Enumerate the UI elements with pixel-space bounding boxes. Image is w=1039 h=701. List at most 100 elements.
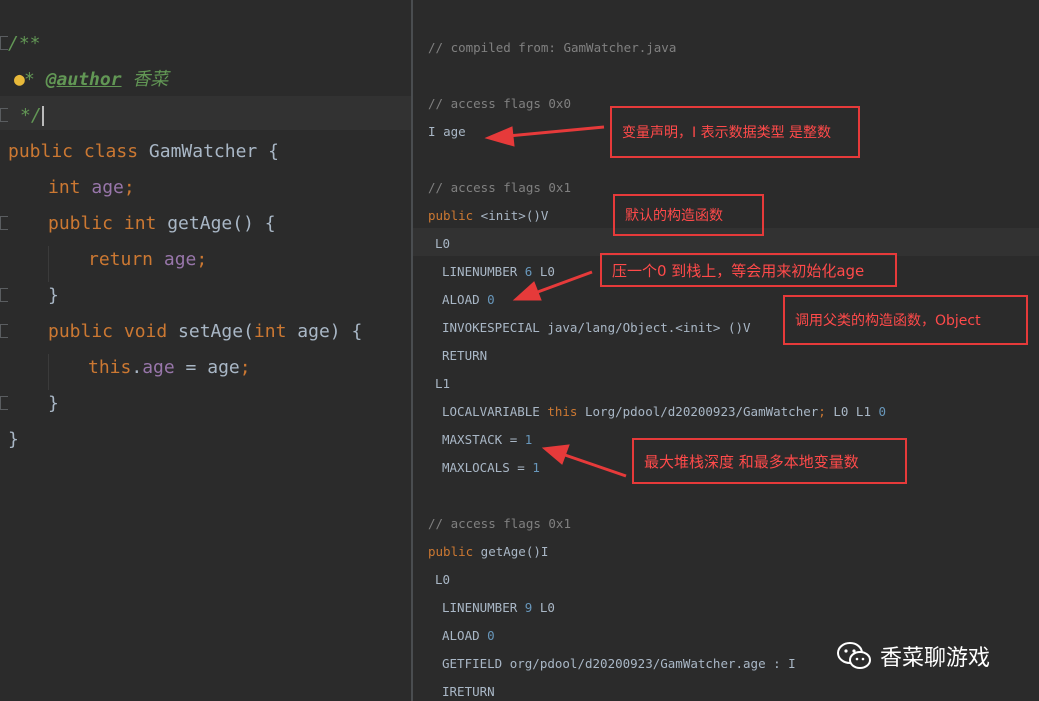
bytecode-line: I age — [428, 122, 466, 142]
fold-marker[interactable] — [0, 396, 8, 410]
label-ref: L0 L1 — [825, 404, 879, 419]
label: L0 — [435, 572, 451, 587]
wechat-icon — [837, 642, 871, 669]
bytecode-line: RETURN — [442, 346, 487, 366]
class-name: GamWatcher { — [148, 141, 279, 162]
field-name: age — [443, 124, 466, 139]
number: 0 — [487, 628, 495, 643]
return-keyword: return — [88, 249, 154, 270]
fold-marker[interactable] — [0, 36, 8, 50]
annotation-max-stack-locals: 最大堆栈深度 和最多本地变量数 — [632, 438, 907, 484]
method-modifiers: public void — [48, 321, 179, 342]
semicolon: ; — [239, 357, 251, 378]
indent-guide — [48, 246, 49, 282]
doc-comment-open: /** — [8, 33, 41, 54]
instruction: LOCALVARIABLE — [442, 404, 548, 419]
field-ref: age — [163, 249, 197, 270]
bytecode-line: ALOAD 0 — [442, 626, 495, 646]
class-keyword: public class — [8, 141, 149, 162]
param-list: age) { — [286, 321, 363, 342]
access-keyword: public — [428, 208, 474, 223]
fold-marker[interactable] — [0, 288, 8, 302]
bytecode-line: public getAge()I — [428, 542, 548, 562]
fold-marker[interactable] — [0, 216, 8, 230]
fold-marker[interactable] — [0, 324, 8, 338]
label-ref: L0 — [532, 264, 555, 279]
paren: ( — [243, 321, 254, 342]
bytecode-line: INVOKESPECIAL java/lang/Object.<init> ()… — [442, 318, 751, 338]
bytecode-line: MAXSTACK = 1 — [442, 430, 532, 450]
assignment: = age — [174, 357, 240, 378]
label-ref: L0 — [532, 600, 555, 615]
number: 1 — [532, 460, 540, 475]
source-line-setter: public void setAge(int age) { — [48, 314, 362, 350]
type-keyword: int — [253, 321, 287, 342]
annotation-field-declaration: 变量声明，I 表示数据类型 是整数 — [610, 106, 860, 158]
type-keyword: int — [48, 177, 81, 198]
number: 0 — [878, 404, 887, 419]
semicolon: ; — [818, 404, 826, 419]
instruction: ALOAD — [442, 292, 488, 307]
comment: // compiled from: GamWatcher.java — [428, 40, 677, 55]
source-line-class-close: } — [8, 422, 19, 458]
type-descriptor: I — [428, 124, 444, 139]
method-descriptor: getAge()I — [473, 544, 549, 559]
source-line-assign: this.age = age; — [88, 350, 251, 386]
bytecode-line: IRETURN — [442, 682, 495, 701]
source-line-class: public class GamWatcher { — [8, 134, 279, 170]
bytecode-line: L0 — [435, 234, 450, 254]
instruction: INVOKESPECIAL java/lang/Object.<init> ()… — [442, 320, 751, 335]
semicolon: ; — [196, 249, 208, 270]
instruction: MAXLOCALS = — [442, 460, 533, 475]
bytecode-line: // access flags 0x1 — [428, 514, 571, 534]
source-line-field: int age; — [48, 170, 135, 206]
number: 1 — [524, 432, 533, 447]
author-name: 香菜 — [132, 69, 169, 90]
comment: // access flags 0x1 — [428, 180, 571, 195]
label: L0 — [435, 236, 451, 251]
lightbulb-icon[interactable]: ● — [14, 62, 25, 98]
instruction: IRETURN — [442, 684, 495, 699]
instruction: MAXSTACK = — [442, 432, 525, 447]
dot: . — [131, 357, 143, 378]
close-brace: } — [48, 285, 59, 306]
source-line-doc-open: /** — [8, 26, 41, 62]
text-cursor — [41, 106, 44, 126]
annotation-super-constructor: 调用父类的构造函数，Object — [783, 295, 1028, 345]
instruction: GETFIELD org/pdool/d20200923/GamWatcher.… — [442, 656, 796, 671]
instruction: ALOAD — [442, 628, 488, 643]
source-line-author: ●* @author 香菜 — [14, 62, 168, 98]
instruction: RETURN — [442, 348, 488, 363]
bytecode-line: public <init>()V — [428, 206, 548, 226]
source-line-doc-close: */ — [20, 98, 44, 134]
instruction: LINENUMBER — [442, 600, 525, 615]
bytecode-line: ALOAD 0 — [442, 290, 495, 310]
bytecode-line: // access flags 0x1 — [428, 178, 571, 198]
method-name: getAge — [167, 213, 233, 234]
watermark-text: 香菜聊游戏 — [880, 646, 991, 671]
method-name: setAge — [178, 321, 244, 342]
close-brace: } — [8, 429, 19, 450]
doc-comment-star: * — [24, 69, 46, 90]
bytecode-line: LINENUMBER 6 L0 — [442, 262, 555, 282]
number: 0 — [487, 292, 495, 307]
bytecode-line: LINENUMBER 9 L0 — [442, 598, 555, 618]
annotation-default-constructor: 默认的构造函数 — [613, 194, 764, 236]
bytecode-line: LOCALVARIABLE this Lorg/pdool/d20200923/… — [442, 402, 886, 422]
bytecode-line: // access flags 0x0 — [428, 94, 571, 114]
access-keyword: public — [428, 544, 474, 559]
semicolon: ; — [123, 177, 135, 198]
method-descriptor: <init>()V — [473, 208, 549, 223]
method-modifiers: public int — [48, 213, 168, 234]
field-ref: age — [142, 357, 175, 378]
bytecode-line: L0 — [435, 570, 450, 590]
source-line-brace: } — [48, 278, 59, 314]
bytecode-line: L1 — [435, 374, 450, 394]
label: L1 — [435, 376, 451, 391]
source-editor-pane[interactable]: /** ●* @author 香菜 */ public class GamWat… — [0, 0, 411, 701]
fold-marker[interactable] — [0, 108, 8, 122]
method-signature: () { — [232, 213, 276, 234]
source-line-getter: public int getAge() { — [48, 206, 276, 242]
author-tag: @author — [45, 69, 122, 90]
bytecode-line: MAXLOCALS = 1 — [442, 458, 540, 478]
